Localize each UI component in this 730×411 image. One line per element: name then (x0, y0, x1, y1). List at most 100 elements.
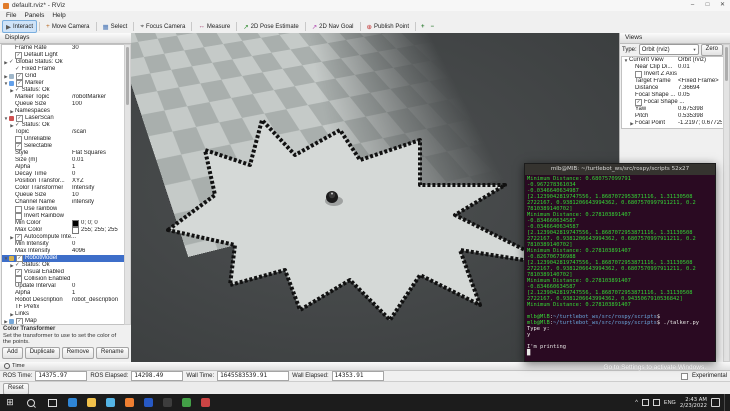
tree-row-alpha[interactable]: Alpha1 (2, 290, 124, 297)
taskbar-app-icon-2[interactable] (87, 398, 96, 407)
task-view-icon[interactable] (48, 399, 57, 407)
checkbox-default-light[interactable]: ✓ (15, 52, 22, 59)
taskbar-app-icon-1[interactable] (68, 398, 77, 407)
tool-2d-pose-estimate[interactable]: ↗2D Pose Estimate (239, 20, 302, 33)
tree-row-color-transformer[interactable]: Color TransformerIntensity (2, 185, 124, 192)
tree-row-tf-prefix[interactable]: TF Prefix (2, 304, 124, 311)
property-value[interactable]: 255; 255; 255 (72, 227, 123, 234)
tree-row-visual-enabled[interactable]: ✓Visual Enabled (2, 269, 124, 276)
property-value[interactable]: 0.535398 (678, 113, 722, 120)
property-value[interactable]: 1 (72, 164, 123, 171)
tree-row-links[interactable]: ▶Links (2, 311, 124, 318)
show-desktop-button[interactable] (724, 394, 727, 411)
taskbar-app-icon-4[interactable] (125, 398, 134, 407)
checkbox-robotmodel[interactable]: ✓ (16, 255, 23, 262)
property-value[interactable]: 10 (72, 192, 123, 199)
property-value[interactable]: 100 (72, 101, 123, 108)
tree-row-min-color[interactable]: Min Color0; 0; 0 (2, 220, 124, 227)
tool-interact[interactable]: ▶Interact (2, 20, 37, 33)
taskbar-app-icon-8[interactable] (201, 398, 210, 407)
checkbox-laserscan[interactable]: ✓ (16, 115, 23, 122)
property-value[interactable]: /robotMarker (72, 94, 123, 101)
menu-panels[interactable]: Panels (20, 12, 48, 19)
add-tool-icon[interactable]: + (418, 20, 428, 33)
tree-row-focal-shape[interactable]: Focal Shape ...0.05 (622, 92, 723, 99)
tree-row-queue-size[interactable]: Queue Size100 (2, 101, 124, 108)
tree-row-status-ok[interactable]: ▶✓Status: Ok (2, 122, 124, 129)
checkbox-invert-rainbow[interactable] (15, 213, 22, 220)
tree-row-focal-shape[interactable]: ✓Focal Shape ... (622, 99, 723, 106)
start-button[interactable]: ⊞ (0, 397, 20, 408)
views-scrollbar[interactable] (723, 44, 730, 362)
property-value[interactable]: 0 (72, 283, 123, 290)
language-indicator[interactable]: ENG (664, 400, 676, 406)
property-value[interactable]: 0.675398 (678, 106, 722, 113)
tree-row-marker[interactable]: ▼✓Marker (2, 80, 124, 87)
minimize-button[interactable]: – (685, 0, 700, 11)
property-value[interactable]: 0 (72, 171, 123, 178)
property-value[interactable]: 0.05 (678, 92, 722, 99)
close-button[interactable]: ✕ (715, 0, 730, 11)
tree-row-focal-point[interactable]: ▶Focal Point-1.2197; 0.67725; ... (622, 120, 723, 127)
property-value[interactable]: -1.2197; 0.67725; ... (678, 120, 722, 127)
tree-row-distance[interactable]: Distance7.36694 (622, 85, 723, 92)
search-icon[interactable] (27, 399, 35, 407)
clock-tray[interactable]: 2:43 AM 2/23/2022 (680, 397, 707, 409)
tree-row-channel-name[interactable]: Channel Nameintensity (2, 199, 124, 206)
wall-elapsed-value[interactable]: 14353.91 (332, 371, 384, 381)
tree-row-default-light[interactable]: ✓Default Light (2, 52, 124, 59)
terminal-title-bar[interactable]: mlb@MlB: ~/turtlebot_ws/src/rospy/script… (525, 164, 715, 175)
tree-row-robotmodel[interactable]: ▼✓RobotModel (2, 255, 124, 262)
property-value[interactable]: 30 (72, 45, 123, 52)
tree-row-current-view[interactable]: ▼Current ViewOrbit (rviz) (622, 57, 723, 64)
displays-scrollbar-thumb[interactable] (126, 47, 129, 105)
rename-button[interactable]: Rename (96, 347, 129, 359)
tree-row-target-frame[interactable]: Target Frame<Fixed Frame> (622, 78, 723, 85)
view-type-combo[interactable]: Orbit (rviz) ▾ (639, 44, 699, 55)
ros-time-value[interactable]: 14375.97 (35, 371, 87, 381)
remove-tool-icon[interactable]: − (428, 20, 438, 33)
checkbox-invert-z-axis[interactable] (635, 71, 642, 78)
ros-elapsed-value[interactable]: 14298.49 (131, 371, 183, 381)
experimental-checkbox[interactable] (681, 373, 688, 380)
property-value[interactable]: robot_description (72, 297, 123, 304)
property-value[interactable]: 7.36694 (678, 85, 722, 92)
tool-measure[interactable]: ↔Measure (194, 20, 234, 33)
tree-row-min-intensity[interactable]: Min Intensity0 (2, 241, 124, 248)
checkbox-unreliable[interactable] (15, 136, 22, 143)
tree-row-alpha[interactable]: Alpha1 (2, 164, 124, 171)
tree-row-invert-rainbow[interactable]: Invert Rainbow (2, 213, 124, 220)
tree-row-unreliable[interactable]: Unreliable (2, 136, 124, 143)
tree-row-marker-topic[interactable]: Marker Topic/robotMarker (2, 94, 124, 101)
property-value[interactable]: XYZ (72, 178, 123, 185)
property-value[interactable]: /scan (72, 129, 123, 136)
tree-row-namespaces[interactable]: ▶Namespaces (2, 108, 124, 115)
property-value[interactable]: Intensity (72, 185, 123, 192)
taskbar-app-icon-3[interactable] (106, 398, 115, 407)
tool-publish-point[interactable]: ⊕Publish Point (363, 20, 413, 33)
property-value[interactable]: 0.01 (72, 157, 123, 164)
tree-row-frame-rate[interactable]: Frame Rate30 (2, 45, 124, 52)
checkbox-visual-enabled[interactable]: ✓ (15, 269, 22, 276)
checkbox-grid[interactable]: ✓ (16, 73, 23, 80)
tray-expand-icon[interactable]: ^ (635, 400, 638, 406)
tree-row-invert-z-axis[interactable]: Invert Z Axis (622, 71, 723, 78)
add-button[interactable]: Add (2, 347, 23, 359)
checkbox-marker[interactable]: ✓ (16, 80, 23, 87)
property-value[interactable]: 0; 0; 0 (72, 220, 123, 227)
checkbox-autocompute-inte[interactable]: ✓ (15, 234, 22, 241)
menu-help[interactable]: Help (48, 12, 69, 19)
tree-row-fixed-frame[interactable]: ✓Fixed Frame (2, 66, 124, 73)
tree-row-status-ok[interactable]: ▶✓Status: Ok (2, 87, 124, 94)
checkbox-use-rainbow[interactable] (15, 206, 22, 213)
tree-row-near-clip-di[interactable]: Near Clip Di...0.01 (622, 64, 723, 71)
tree-row-position-transfor[interactable]: Position Transfor...XYZ (2, 178, 124, 185)
network-icon[interactable] (642, 399, 649, 406)
tree-row-update-interval[interactable]: Update Interval0 (2, 283, 124, 290)
zero-button[interactable]: Zero (701, 44, 723, 56)
tool-select[interactable]: ▦Select (99, 20, 132, 33)
property-value[interactable]: 4096 (72, 248, 123, 255)
tree-row-use-rainbow[interactable]: Use rainbow (2, 206, 124, 213)
tree-row-topic[interactable]: Topic/scan (2, 129, 124, 136)
views-scrollbar-thumb[interactable] (725, 47, 728, 81)
